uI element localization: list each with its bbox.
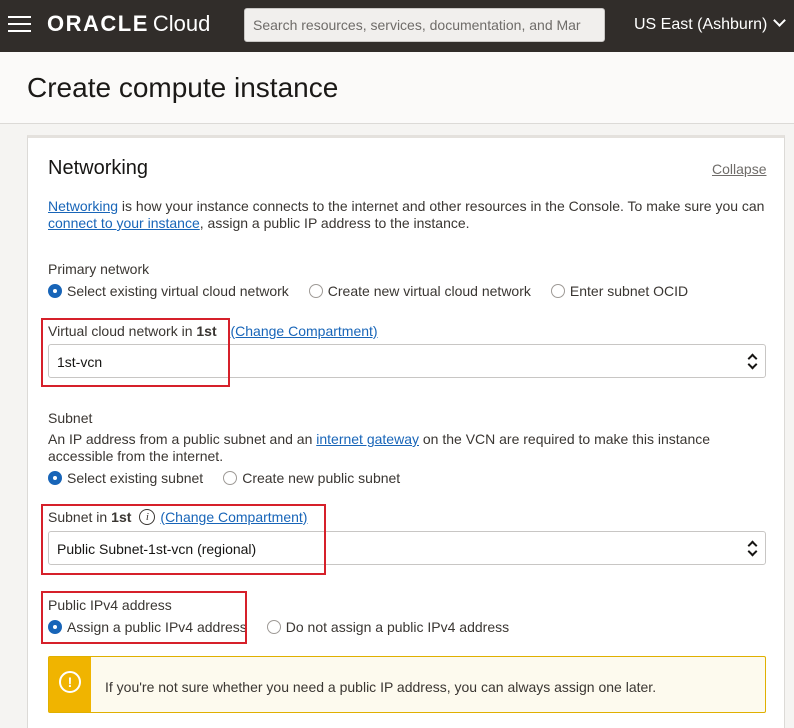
option-label: Select existing subnet [67, 470, 204, 486]
region-label: US East (Ashburn) [634, 16, 768, 33]
menu-icon[interactable] [8, 16, 32, 34]
logo-product: Cloud [152, 11, 211, 36]
warning-banner: ! If you're not sure whether you need a … [48, 656, 766, 713]
radio-select-existing-vcn[interactable]: Select existing virtual cloud network [48, 283, 289, 299]
radio-enter-subnet-ocid[interactable]: Enter subnet OCID [550, 283, 689, 299]
radio-button[interactable] [48, 284, 62, 298]
chevron-down-icon [773, 14, 787, 27]
radio-create-new-vcn[interactable]: Create new virtual cloud network [308, 283, 531, 299]
collapse-link[interactable]: Collapse [712, 161, 766, 177]
radio-button[interactable] [266, 620, 281, 634]
select-arrows-icon [747, 539, 757, 557]
subnet-description: An IP address from a public subnet and a… [48, 431, 778, 465]
top-bar: ORACLECloud US East (Ashburn) [0, 0, 794, 52]
radio-do-not-assign-ipv4[interactable]: Do not assign a public IPv4 address [266, 619, 510, 635]
internet-gateway-link[interactable]: internet gateway [316, 431, 419, 447]
warning-bar: ! [49, 657, 91, 712]
networking-section: Networking Collapse Networking is how yo… [27, 135, 785, 728]
option-label: Enter subnet OCID [569, 283, 689, 299]
change-compartment-link[interactable]: (Change Compartment) [231, 323, 378, 339]
search-input[interactable] [244, 8, 605, 42]
option-label: Do not assign a public IPv4 address [285, 619, 510, 635]
highlight-box-ipv4 [41, 591, 247, 644]
option-label: Select existing virtual cloud network [67, 283, 289, 299]
subnet-desc-text: An IP address from a public subnet and a… [48, 431, 317, 447]
highlight-box-subnet [41, 504, 326, 575]
page-header: Create compute instance [0, 52, 794, 124]
option-label: Create new virtual cloud network [327, 283, 531, 299]
region-selector[interactable]: US East (Ashburn) [634, 14, 787, 34]
radio-button[interactable] [223, 471, 238, 485]
description-text: is how your instance connects to the int… [118, 198, 765, 214]
select-arrows-icon [747, 352, 757, 370]
radio-button[interactable] [48, 471, 62, 485]
section-title: Networking [48, 157, 149, 179]
warning-text: If you're not sure whether you need a pu… [105, 679, 657, 695]
logo-brand: ORACLE [47, 11, 149, 36]
radio-select-existing-subnet[interactable]: Select existing subnet [48, 470, 203, 486]
description-text: , assign a public IP address to the inst… [199, 215, 470, 231]
radio-button[interactable] [308, 284, 323, 298]
networking-link[interactable]: Networking [48, 198, 118, 214]
subnet-options: Select existing subnet Create new public… [48, 470, 420, 486]
page-title: Create compute instance [27, 72, 339, 103]
option-label: Create new public subnet [242, 470, 401, 486]
radio-create-new-subnet[interactable]: Create new public subnet [223, 470, 400, 486]
subnet-label: Subnet [48, 410, 93, 426]
connect-instance-link[interactable]: connect to your instance [48, 215, 200, 231]
radio-button[interactable] [550, 284, 565, 298]
warning-icon: ! [59, 671, 81, 693]
networking-description: Networking is how your instance connects… [48, 198, 778, 232]
primary-network-options: Select existing virtual cloud network Cr… [48, 283, 708, 299]
highlight-box-vcn [41, 318, 230, 387]
oracle-cloud-logo[interactable]: ORACLE Cloud [47, 11, 210, 37]
primary-network-label: Primary network [48, 261, 150, 277]
